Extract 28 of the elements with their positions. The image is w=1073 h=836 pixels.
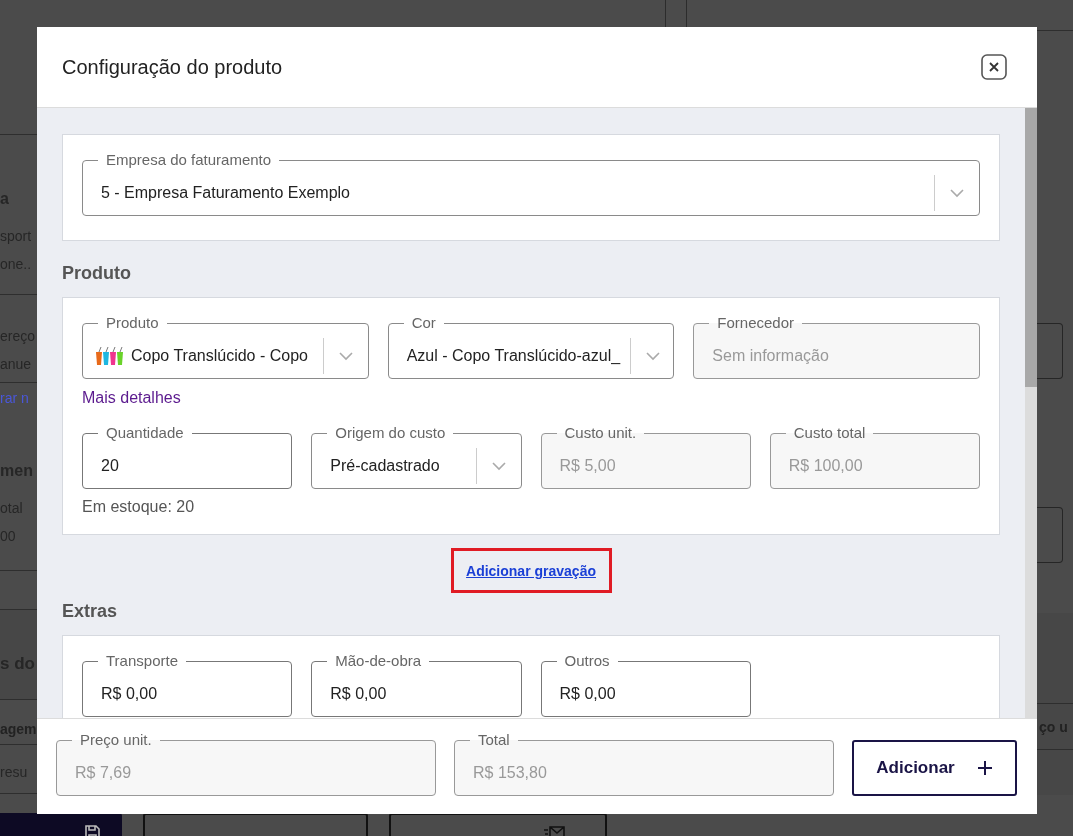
field-label: Total xyxy=(477,730,511,750)
field-label: Outros xyxy=(563,651,611,671)
field-label: Transporte xyxy=(105,651,179,671)
field-label: Produto xyxy=(105,313,160,333)
field-label: Quantidade xyxy=(105,423,185,443)
chevron-icon xyxy=(949,187,965,198)
section-heading: Produto xyxy=(62,262,132,285)
field-label: Origem do custo xyxy=(334,423,447,443)
field-label: Cor xyxy=(410,313,437,333)
field-label: Preço unit. xyxy=(79,730,153,750)
close-icon[interactable] xyxy=(981,54,1007,80)
section-heading: Extras xyxy=(62,600,119,623)
add-engraving-link[interactable]: Adicionar gravação xyxy=(466,562,596,579)
field-label: Fornecedor xyxy=(716,313,796,333)
field-label: Custo unit. xyxy=(563,423,638,443)
stock-text: Em estoque: 20 xyxy=(82,497,196,517)
chevron-icon xyxy=(490,460,507,471)
field-label: Mão-de-obra xyxy=(334,651,423,671)
cups-icon xyxy=(95,345,125,366)
add-button[interactable]: Adicionar xyxy=(852,740,1017,796)
dialog-title: Configuração do produto xyxy=(62,55,283,79)
field-label: Custo total xyxy=(792,423,867,443)
field-label: Empresa do faturamento xyxy=(105,150,273,170)
chevron-icon xyxy=(337,350,354,361)
chevron-icon xyxy=(645,350,662,361)
plus-icon xyxy=(976,760,993,776)
details-link[interactable]: Mais detalhes xyxy=(82,386,181,410)
scrollbar[interactable] xyxy=(1025,108,1037,718)
